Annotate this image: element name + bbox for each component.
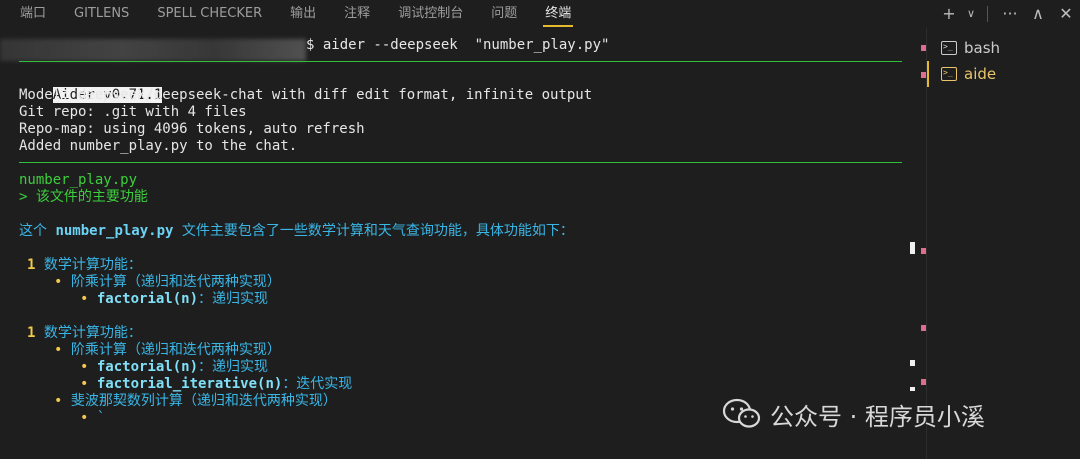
info-line: Added number_play.py to the chat. — [19, 138, 298, 154]
terminal-item-bash[interactable]: >_ bash — [927, 35, 1080, 61]
function-desc: ：递归实现 — [198, 359, 269, 375]
info-line: Git repo: .git with 4 files — [19, 104, 247, 120]
list-item: 1 数学计算功能： — [27, 325, 142, 342]
function-name: factorial(n) — [96, 291, 199, 307]
divider — [19, 162, 902, 163]
list-item: 1 数学计算功能： — [27, 257, 142, 274]
tab-spell-checker[interactable]: SPELL CHECKER — [143, 0, 276, 28]
divider — [987, 6, 988, 22]
bullet-text: 阶乘计算（递归和迭代两种实现） — [70, 274, 281, 290]
terminal-icon: >_ — [941, 41, 957, 55]
bullet-icon: • — [80, 410, 89, 426]
blurred-prompt — [0, 39, 306, 61]
chevron-up-icon[interactable]: ∧ — [1024, 0, 1052, 28]
list-item: • factorial(n)：递归实现 — [80, 291, 268, 308]
section-title: 数学计算功能： — [43, 325, 142, 341]
bullet-icon: • — [80, 291, 89, 307]
terminal-item-label: bash — [964, 39, 1001, 57]
tab-terminal[interactable]: 终端 — [531, 0, 585, 28]
bullet-icon: • — [80, 359, 89, 375]
function-name: factorial_iterative(n) — [96, 376, 283, 392]
info-line: Repo-map: using 4096 tokens, auto refres… — [19, 121, 365, 137]
tab-output[interactable]: 输出 — [276, 0, 330, 28]
tab-gitlens[interactable]: GITLENS — [60, 0, 143, 28]
list-item: • factorial_iterative(n)：迭代实现 — [80, 376, 352, 393]
more-icon[interactable]: ··· — [996, 0, 1024, 28]
info-line: Model: deepseek/deepseek-chat with diff … — [19, 87, 593, 103]
command-line: $ aider --deepseek "number_play.py" — [306, 37, 610, 53]
terminal-output[interactable]: $ aider --deepseek "number_play.py" Aide… — [0, 28, 912, 459]
scrollbar[interactable] — [908, 28, 926, 459]
bullet-text: 斐波那契数列计算（递归和迭代两种实现） — [70, 393, 337, 409]
answer-intro: 这个 number_play.py 文件主要包含了一些数学计算和天气查询功能，具… — [19, 223, 574, 240]
bullet-icon: • — [54, 274, 63, 290]
divider — [19, 61, 902, 62]
answer-prefix: 这个 — [19, 223, 56, 239]
list-item: • factorial(n)：递归实现 — [80, 359, 268, 376]
function-desc: ：迭代实现 — [282, 376, 353, 392]
terminal-list: >_ bash >_ aide — [926, 28, 1080, 459]
ruler-mark — [910, 360, 915, 366]
tab-comments[interactable]: 注释 — [330, 0, 384, 28]
tab-ports[interactable]: 端口 — [0, 0, 60, 28]
file-name: number_play.py — [19, 172, 138, 188]
answer-file: number_play.py — [55, 223, 174, 239]
tab-debug-console[interactable]: 调试控制台 — [384, 0, 477, 28]
list-item: • 斐波那契数列计算（递归和迭代两种实现） — [54, 393, 337, 410]
bullet-text: 阶乘计算（递归和迭代两种实现） — [70, 342, 281, 358]
ruler-mark — [910, 242, 915, 254]
user-prompt: > 该文件的主要功能 — [19, 189, 148, 205]
ruler-mark — [910, 387, 915, 391]
list-number: 1 — [27, 257, 36, 273]
list-item: • 阶乘计算（递归和迭代两种实现） — [54, 274, 281, 291]
answer-suffix: 文件主要包含了一些数学计算和天气查询功能，具体功能如下： — [173, 223, 574, 239]
list-item: • ` — [80, 410, 105, 427]
panel-tab-bar: 端口 GITLENS SPELL CHECKER 输出 注释 调试控制台 问题 … — [0, 0, 1080, 28]
function-name: factorial(n) — [96, 359, 199, 375]
tab-actions: + ∨ ··· ∧ ✕ — [935, 0, 1080, 28]
wechat-icon — [722, 398, 761, 428]
terminal-icon: >_ — [941, 67, 957, 81]
add-terminal-button[interactable]: + — [935, 0, 963, 28]
chevron-down-icon[interactable]: ∨ — [963, 0, 979, 28]
bullet-icon: • — [54, 393, 63, 409]
terminal-item-aide[interactable]: >_ aide — [927, 61, 1080, 87]
section-title: 数学计算功能： — [43, 257, 142, 273]
bullet-icon: • — [54, 342, 63, 358]
list-item: • 阶乘计算（递归和迭代两种实现） — [54, 342, 281, 359]
close-icon[interactable]: ✕ — [1052, 0, 1080, 28]
tab-problems[interactable]: 问题 — [477, 0, 531, 28]
watermark-text: 公众号 · 程序员小溪 — [770, 402, 985, 431]
bullet-icon: • — [80, 376, 89, 392]
bullet-text: ` — [96, 410, 106, 426]
terminal-item-label: aide — [964, 65, 997, 83]
watermark: 公众号 · 程序员小溪 — [722, 396, 985, 432]
function-desc: ：递归实现 — [198, 291, 269, 307]
list-number: 1 — [27, 325, 36, 341]
